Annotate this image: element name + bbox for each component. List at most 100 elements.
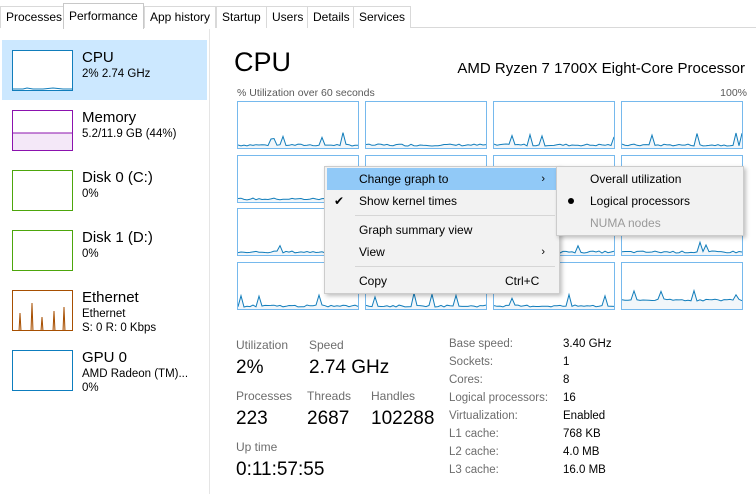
info-value-base-speed: 3.40 GHz xyxy=(563,338,612,350)
sidebar-item-detail: 0% xyxy=(82,188,99,200)
info-value-logical-processors: 16 xyxy=(563,392,576,404)
sidebar-item-detail-2: S: 0 R: 0 Kbps xyxy=(82,322,157,334)
utilization-line xyxy=(494,132,614,148)
tab-startup[interactable]: Startup xyxy=(216,6,267,28)
graph-axis-label: % Utilization over 60 seconds xyxy=(237,87,375,99)
tab-processes[interactable]: Processes xyxy=(0,6,69,28)
gpu-thumbnail-graph xyxy=(12,350,73,391)
ethernet-thumbnail-graph xyxy=(12,290,73,331)
info-label-base-speed: Base speed: xyxy=(449,338,513,350)
memory-thumbnail-graph xyxy=(12,110,73,151)
info-value-sockets: 1 xyxy=(563,356,570,368)
info-label-sockets: Sockets: xyxy=(449,356,494,368)
info-value-cores: 8 xyxy=(563,374,570,386)
chevron-right-icon: › xyxy=(541,246,545,258)
change-graph-submenu: Overall utilization Logical processors N… xyxy=(556,166,744,236)
threads-label: Threads xyxy=(307,389,352,403)
menu-separator xyxy=(355,266,555,267)
sidebar-item-detail: Ethernet xyxy=(82,308,126,320)
graph-context-menu: Change graph to › ✔ Show kernel times Gr… xyxy=(324,166,560,294)
cpu-thumbnail-line xyxy=(13,87,72,90)
info-value-l2-cache: 4.0 MB xyxy=(563,446,600,458)
info-label-l2-cache: L2 cache: xyxy=(449,446,499,458)
handles-label: Handles xyxy=(371,389,416,403)
sidebar-item-ethernet[interactable]: Ethernet Ethernet S: 0 R: 0 Kbps xyxy=(2,280,207,340)
checkmark-icon: ✔ xyxy=(334,194,345,208)
menu-item-label: Graph summary view xyxy=(359,223,473,237)
tab-performance[interactable]: Performance xyxy=(63,3,144,29)
submenu-item-logical-processors[interactable]: Logical processors xyxy=(559,190,741,212)
menu-item-show-kernel-times[interactable]: ✔ Show kernel times xyxy=(327,190,557,212)
sidebar-item-detail-2: 0% xyxy=(82,382,99,394)
sidebar-item-disk-1[interactable]: Disk 1 (D:) 0% xyxy=(2,220,207,280)
sidebar-item-detail: 2% 2.74 GHz xyxy=(82,68,151,80)
sidebar-item-label: Memory xyxy=(82,109,137,126)
menu-item-view[interactable]: View › xyxy=(327,241,557,263)
sidebar-item-label: CPU xyxy=(82,49,114,66)
utilization-line xyxy=(238,132,358,148)
processes-label: Processes xyxy=(236,389,293,403)
menu-item-change-graph[interactable]: Change graph to › xyxy=(327,168,557,190)
utilization-series xyxy=(238,132,358,147)
utilization-series xyxy=(622,240,742,254)
speed-value: 2.74 GHz xyxy=(309,357,390,378)
speed-label: Speed xyxy=(309,338,344,352)
utilization-series xyxy=(238,293,358,308)
submenu-item-overall-utilization[interactable]: Overall utilization xyxy=(559,168,741,190)
info-label-logical-processors: Logical processors: xyxy=(449,392,549,404)
uptime-value: 0:11:57:55 xyxy=(236,459,325,480)
sidebar-item-disk-0[interactable]: Disk 0 (C:) 0% xyxy=(2,160,207,220)
resource-sidebar: CPU 2% 2.74 GHz Memory 5.2/11.9 GB (44%)… xyxy=(0,29,210,494)
page-title: CPU xyxy=(234,47,292,77)
utilization-series xyxy=(622,132,742,147)
sidebar-item-gpu-0[interactable]: GPU 0 AMD Radeon (TM)... 0% xyxy=(2,340,207,400)
utilization-area xyxy=(622,133,742,148)
menu-item-graph-summary-view[interactable]: Graph summary view xyxy=(327,219,557,241)
cpu-thumbnail-graph xyxy=(12,50,73,91)
sidebar-item-label: Disk 1 (D:) xyxy=(82,229,153,246)
logical-processor-graph[interactable] xyxy=(621,262,743,310)
sidebar-item-detail: 0% xyxy=(82,248,99,260)
logical-processor-graph[interactable] xyxy=(621,101,743,149)
utilization-series xyxy=(622,288,742,302)
sidebar-item-cpu[interactable]: CPU 2% 2.74 GHz xyxy=(2,40,207,100)
menu-item-label: Show kernel times xyxy=(359,194,458,208)
info-label-l1-cache: L1 cache: xyxy=(449,428,499,440)
info-label-cores: Cores: xyxy=(449,374,483,386)
tab-services[interactable]: Services xyxy=(353,6,412,28)
sidebar-item-label: Ethernet xyxy=(82,289,139,306)
utilization-line xyxy=(366,143,486,148)
disk-1-thumbnail-graph xyxy=(12,230,73,271)
processor-model: AMD Ryzen 7 1700X Eight-Core Processor xyxy=(457,60,745,77)
menu-item-shortcut: Ctrl+C xyxy=(505,274,540,288)
memory-thumbnail-fill xyxy=(13,132,72,150)
info-value-l1-cache: 768 KB xyxy=(563,428,601,440)
threads-value: 2687 xyxy=(307,408,350,429)
submenu-item-numa-nodes: NUMA nodes xyxy=(559,212,741,234)
info-value-l3-cache: 16.0 MB xyxy=(563,464,606,476)
info-label-virtualization: Virtualization: xyxy=(449,410,518,422)
tab-bar: Processes Performance App history Startu… xyxy=(0,0,756,29)
sidebar-item-memory[interactable]: Memory 5.2/11.9 GB (44%) xyxy=(2,100,207,160)
handles-value: 102288 xyxy=(371,408,435,429)
disk-0-thumbnail-graph xyxy=(12,170,73,211)
utilization-series xyxy=(366,292,486,308)
menu-separator xyxy=(355,215,555,216)
sidebar-item-label: Disk 0 (C:) xyxy=(82,169,153,186)
utilization-area xyxy=(238,295,358,309)
logical-processor-graph[interactable] xyxy=(493,101,615,149)
logical-processor-graph[interactable] xyxy=(365,101,487,149)
utilization-line xyxy=(622,132,742,148)
utilization-label: Utilization xyxy=(236,338,289,352)
logical-processor-graph[interactable] xyxy=(237,101,359,149)
tab-details[interactable]: Details xyxy=(307,6,356,28)
tab-app-history[interactable]: App history xyxy=(144,6,217,28)
info-value-virtualization: Enabled xyxy=(563,410,606,422)
submenu-item-label: Logical processors xyxy=(590,194,691,208)
tab-users[interactable]: Users xyxy=(266,6,310,28)
uptime-label: Up time xyxy=(236,440,278,454)
processes-value: 223 xyxy=(236,408,268,429)
menu-item-copy[interactable]: Copy Ctrl+C xyxy=(327,270,557,292)
submenu-item-label: NUMA nodes xyxy=(590,216,661,230)
utilization-area xyxy=(366,293,486,309)
